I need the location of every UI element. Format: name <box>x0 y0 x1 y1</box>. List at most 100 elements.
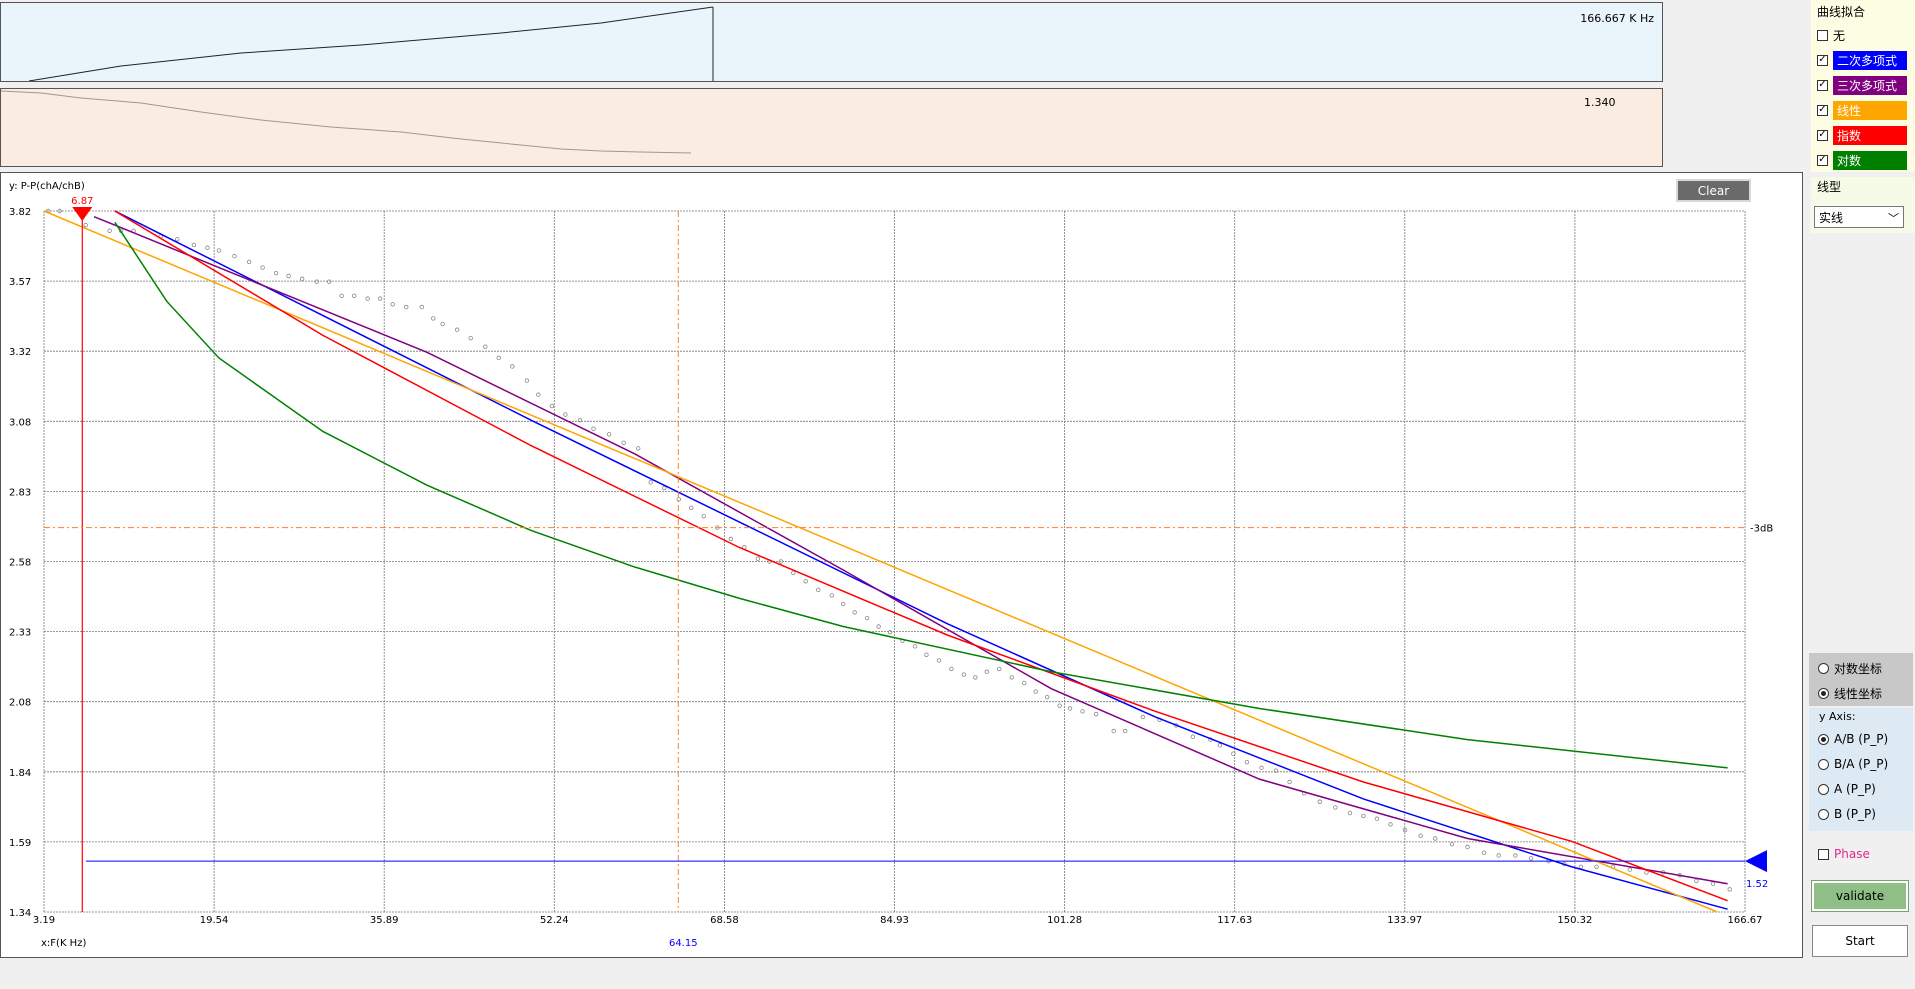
data-point <box>1033 689 1038 694</box>
y-axis-radio[interactable] <box>1818 808 1829 820</box>
data-point <box>1044 694 1050 700</box>
y-axis-title: y Axis: <box>1819 710 1856 723</box>
coordinate-mode-option[interactable]: 对数坐标 <box>1818 659 1882 677</box>
data-point <box>1644 870 1649 875</box>
data-point <box>454 327 460 332</box>
data-point <box>1259 765 1264 771</box>
data-point <box>1418 833 1423 838</box>
level-marker-icon <box>1745 850 1767 873</box>
line-type-value: 实线 <box>1819 210 1844 225</box>
data-point <box>1496 853 1501 858</box>
data-point <box>648 480 653 485</box>
data-point <box>1022 680 1027 686</box>
data-point <box>1333 805 1338 810</box>
curve-fit-option-label: 线性 <box>1833 100 1907 120</box>
x-tick-label: 101.28 <box>1047 915 1082 926</box>
y-axis-label: A/B (P_P) <box>1834 732 1889 746</box>
line-type-select[interactable]: 实线 ﹀ <box>1814 206 1904 228</box>
data-point <box>1111 728 1116 734</box>
data-point <box>1627 867 1633 872</box>
data-point <box>549 403 555 409</box>
data-point <box>1231 751 1236 756</box>
data-point <box>887 629 893 635</box>
y-axis-option[interactable]: B/A (P_P) <box>1818 755 1888 773</box>
start-button[interactable]: Start <box>1812 925 1908 957</box>
data-point <box>351 293 357 298</box>
curve-fit-checkbox[interactable]: ✓ <box>1817 54 1828 66</box>
curve-fit-option-label: 指数 <box>1833 125 1907 145</box>
phase-checkbox-box[interactable] <box>1818 848 1829 860</box>
y-tick-label: 2.33 <box>9 628 31 639</box>
y-axis-radio[interactable] <box>1818 733 1829 745</box>
x-tick-label: 35.89 <box>370 915 399 926</box>
phase-checkbox[interactable]: Phase <box>1818 845 1870 863</box>
cursor-marker-icon <box>72 207 93 221</box>
curve-fit-checkbox[interactable]: ✓ <box>1817 79 1828 91</box>
y-tick-label: 1.84 <box>9 768 31 779</box>
data-point <box>961 672 967 677</box>
x-tick-label: 19.54 <box>200 915 229 926</box>
coordinate-mode-option[interactable]: 线性坐标 <box>1818 684 1882 702</box>
curve-fit-option-label: 三次多项式 <box>1833 75 1907 95</box>
data-point <box>403 304 409 310</box>
data-point <box>1465 844 1470 850</box>
validate-button[interactable]: validate <box>1811 880 1909 912</box>
data-point <box>1528 856 1534 861</box>
data-point <box>1287 779 1292 785</box>
coordinate-mode-label: 对数坐标 <box>1834 661 1883 676</box>
data-point <box>1057 703 1062 708</box>
data-point <box>1481 850 1487 855</box>
y-axis-radio[interactable] <box>1818 758 1829 770</box>
curve-fit-checkbox[interactable]: ✓ <box>1817 129 1828 141</box>
data-point <box>314 279 319 284</box>
data-point <box>997 666 1002 672</box>
data-point <box>191 242 197 248</box>
data-point <box>510 364 515 369</box>
y-tick-label: 3.57 <box>9 277 31 288</box>
data-point <box>232 254 237 259</box>
chart-canvas[interactable]: 3.19 19.54 35.89 52.24 68.58 84.93 101.28 117.6… <box>1 173 1802 957</box>
curve-fit-option[interactable]: ✓ 二次多项式 <box>1817 50 1907 70</box>
coordinate-mode-radio[interactable] <box>1818 662 1829 674</box>
data-point <box>973 675 978 680</box>
y-tick-label: 2.58 <box>9 558 31 569</box>
clear-button[interactable]: Clear <box>1676 179 1751 202</box>
data-point <box>949 666 954 672</box>
data-point <box>496 355 502 361</box>
x-tick-label: 3.19 <box>33 915 55 926</box>
data-point <box>606 432 612 437</box>
curve-fit-option[interactable]: ✓ 对数 <box>1817 150 1907 170</box>
data-point <box>1080 709 1085 714</box>
curve-fit-option[interactable]: ✓ 三次多项式 <box>1817 75 1907 95</box>
coordinate-mode-radio[interactable] <box>1818 687 1829 699</box>
curve-fit-option[interactable]: 无 <box>1817 26 1907 44</box>
data-point <box>936 658 942 663</box>
curve-fit-checkbox[interactable]: ✓ <box>1817 104 1828 116</box>
y-axis-option[interactable]: A/B (P_P) <box>1818 730 1888 748</box>
y-axis-option[interactable]: A (P_P) <box>1818 780 1876 798</box>
x-axis-label: x:F(K Hz) <box>41 938 86 949</box>
data-point <box>1710 881 1716 886</box>
x-tick-label: 68.58 <box>710 915 739 926</box>
curve-fit-option-label: 二次多项式 <box>1833 50 1907 70</box>
curve-fit-option[interactable]: ✓ 指数 <box>1817 125 1907 145</box>
curve-fit-checkbox[interactable]: ✓ <box>1817 154 1828 166</box>
data-point <box>803 579 808 584</box>
curve-fit-option[interactable]: ✓ 线性 <box>1817 100 1907 120</box>
y-tick-label: 3.08 <box>9 417 31 428</box>
x-tick-label: 166.67 <box>1728 915 1763 926</box>
data-point <box>662 485 667 491</box>
y-tick-label: 3.32 <box>9 347 31 358</box>
data-point <box>468 335 473 341</box>
ratio-readout: 1.340 <box>1584 96 1616 109</box>
data-point <box>1122 728 1128 734</box>
data-point <box>419 304 425 310</box>
data-point <box>1347 810 1353 816</box>
data-point <box>984 669 989 674</box>
y-axis-radio[interactable] <box>1818 783 1829 795</box>
data-point <box>636 446 641 451</box>
y-axis-option[interactable]: B (P_P) <box>1818 805 1876 823</box>
fit-curve-3 <box>114 210 1728 902</box>
data-point <box>1273 768 1279 773</box>
curve-fit-checkbox[interactable] <box>1817 29 1828 41</box>
